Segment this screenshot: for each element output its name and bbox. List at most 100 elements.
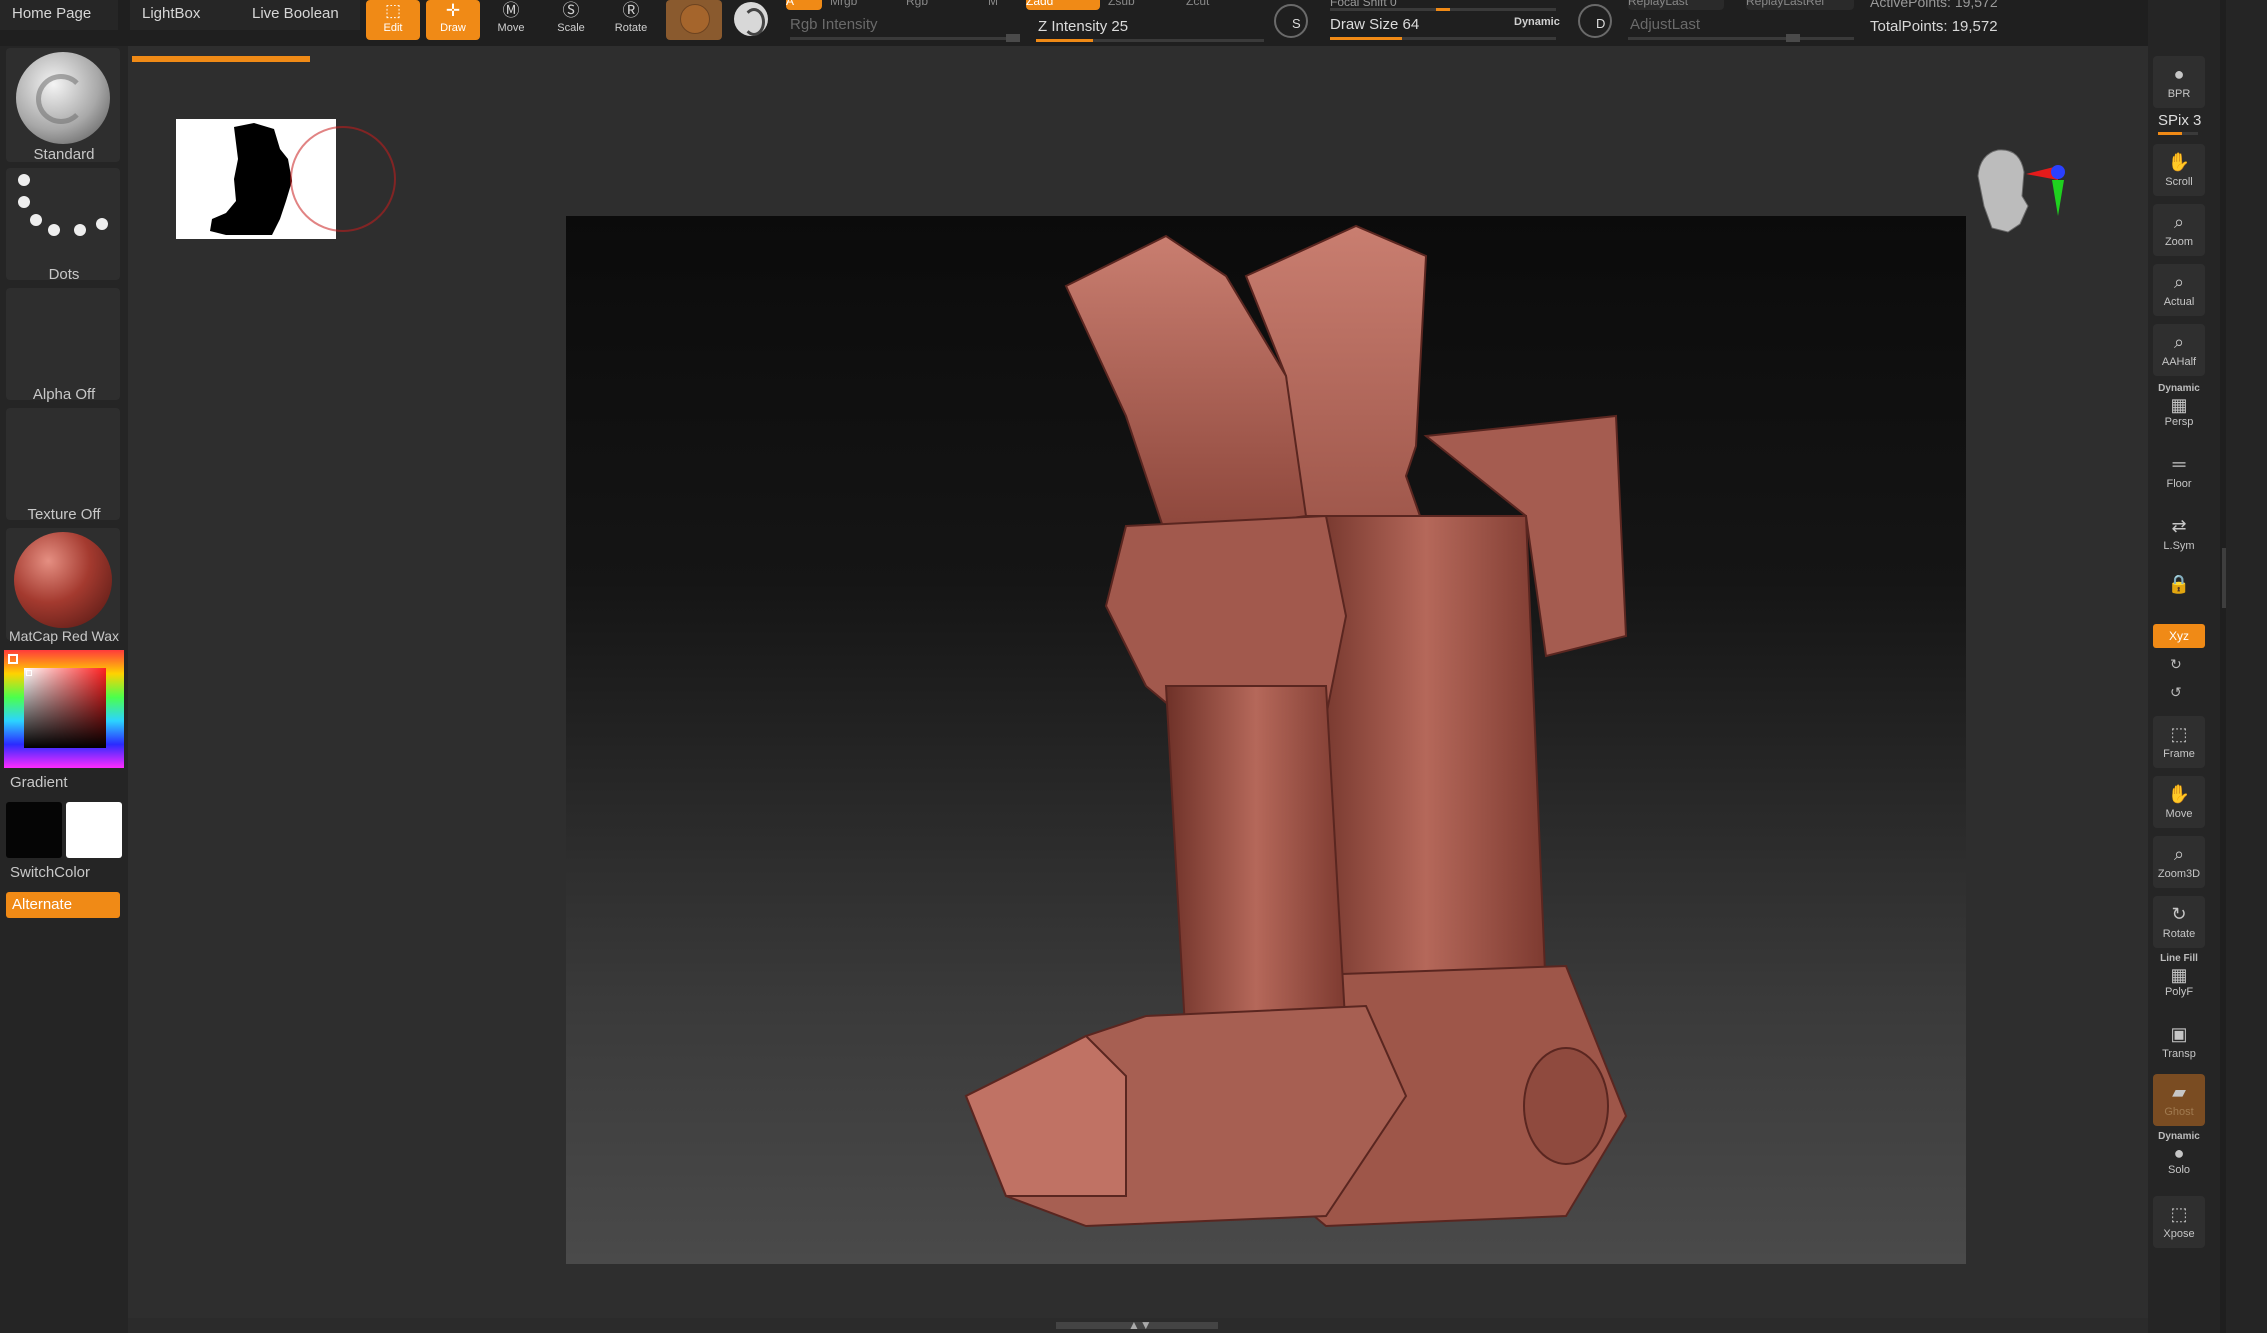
color-square-marker [26, 670, 32, 676]
frame-button[interactable]: ⬚ Frame [2153, 716, 2205, 768]
zoom-label: Zoom [2164, 236, 2194, 248]
adjust-last-slider[interactable] [1628, 37, 1854, 40]
material-label: MatCap Red Wax [9, 628, 119, 644]
secondary-color-swatch[interactable] [66, 802, 122, 858]
edit-icon: ⬚ [384, 1, 402, 20]
spix-slider[interactable]: SPix 3 [2158, 112, 2201, 129]
zoom-button[interactable]: ⌕ Zoom [2153, 204, 2205, 256]
dynamic-toggle[interactable]: Dynamic [1514, 16, 1560, 28]
aahalf-icon: ⌕ [2173, 332, 2185, 352]
scale-label: Scale [557, 22, 585, 34]
color-sphere-icon[interactable] [734, 2, 768, 36]
xyz-button[interactable]: Xyz [2153, 624, 2205, 648]
zcut-toggle[interactable]: Zcut [1186, 0, 1236, 10]
z-intensity-label: Z Intensity 25 [1038, 18, 1129, 35]
scroll-button[interactable]: ✋ Scroll [2153, 144, 2205, 196]
floor-button[interactable]: ═ Floor [2153, 446, 2205, 498]
alpha-picker[interactable] [6, 288, 120, 400]
brush-picker[interactable] [6, 48, 120, 162]
rgb-intensity-slider[interactable] [790, 37, 1020, 40]
color-picker[interactable] [4, 650, 124, 768]
live-boolean-label: Live Boolean [252, 5, 339, 22]
lsym-button[interactable]: ⇄ L.Sym [2153, 508, 2205, 560]
y-axis-arrow [2052, 180, 2064, 216]
ghost-button[interactable]: ▰ Ghost [2153, 1074, 2205, 1126]
polyf-button[interactable]: Line Fill ▦ PolyF [2153, 954, 2205, 1006]
right-shelf-separator [2220, 0, 2226, 1333]
bpr-sphere-icon: ● [2173, 64, 2185, 84]
mrgb-label: Mrgb [830, 0, 858, 8]
move-label: Move [497, 22, 525, 34]
adjust-last-handle[interactable] [1786, 34, 1800, 42]
draw-button[interactable]: ✛ Draw [426, 0, 480, 40]
scale-button[interactable]: Ⓢ Scale [544, 0, 598, 40]
aahalf-button[interactable]: ⌕ AAHalf [2153, 324, 2205, 376]
orientation-gizmo[interactable] [1968, 136, 2068, 256]
sculptris-s-icon[interactable]: S [1274, 4, 1308, 38]
rotate-label: Rotate [2162, 928, 2196, 940]
move-label: Move [2165, 808, 2193, 820]
material-swatch-button[interactable] [666, 0, 722, 40]
m-toggle[interactable]: M [988, 0, 1008, 10]
scroll-label: Scroll [2165, 176, 2193, 188]
texture-picker[interactable] [6, 408, 120, 520]
edit-button[interactable]: ⬚ Edit [366, 0, 420, 40]
transp-label: Transp [2162, 1048, 2196, 1060]
polyf-label: PolyF [2164, 986, 2194, 998]
xpose-label: Xpose [2163, 1228, 2195, 1240]
spix-track[interactable] [2158, 132, 2198, 135]
head-gizmo-icon [1977, 149, 2065, 233]
move-3d-button[interactable]: ✋ Move [2153, 776, 2205, 828]
main-color-swatch[interactable] [6, 802, 62, 858]
d-label: D [1596, 16, 1606, 31]
zremesher-d-icon[interactable]: D [1578, 4, 1612, 38]
zoom3d-label: Zoom3D [2157, 868, 2201, 880]
replay-last-rel-button[interactable]: ReplayLastRel [1746, 0, 1854, 10]
live-boolean-button[interactable]: Live Boolean [240, 0, 360, 30]
rgb-toggle[interactable]: Rgb [906, 0, 946, 10]
rotate-z-icon[interactable]: ↺ [2170, 684, 2182, 701]
color-picker-marker [8, 654, 18, 664]
bpr-button[interactable]: ● BPR [2153, 56, 2205, 108]
a-toggle[interactable]: A [786, 0, 822, 10]
right-scrollbar[interactable] [2222, 548, 2226, 608]
alternate-button[interactable]: Alternate [6, 892, 120, 918]
focal-shift-label: Focal Shift 0 [1330, 0, 1397, 9]
rotate-icon: Ⓡ [622, 1, 640, 20]
frame-label: Frame [2163, 748, 2195, 760]
lightbox-label: LightBox [142, 5, 201, 22]
lock-button[interactable]: 🔒 [2153, 566, 2205, 618]
expand-arrow-icon[interactable]: ▲▼ [1128, 1318, 1152, 1332]
lsym-label: L.Sym [2163, 540, 2195, 552]
grid-icon: ▦ [2170, 395, 2188, 415]
zsub-toggle[interactable]: Zsub [1108, 0, 1158, 10]
mrgb-toggle[interactable]: Mrgb [830, 0, 880, 10]
replay-last-rel-label: ReplayLastRel [1746, 0, 1825, 8]
rotate-button[interactable]: Ⓡ Rotate [604, 0, 658, 40]
move-button[interactable]: Ⓜ Move [484, 0, 538, 40]
persp-dynamic-label: Dynamic [2158, 383, 2200, 394]
xpose-button[interactable]: ⬚ Xpose [2153, 1196, 2205, 1248]
replay-last-button[interactable]: ReplayLast [1628, 0, 1724, 10]
rotate-y-icon[interactable]: ↻ [2170, 656, 2182, 673]
home-page-button[interactable]: Home Page [0, 0, 118, 30]
stroke-picker[interactable] [6, 168, 120, 280]
switch-color-button[interactable]: SwitchColor [10, 864, 90, 881]
rotate-3d-button[interactable]: ↻ Rotate [2153, 896, 2205, 948]
rgb-intensity-handle[interactable] [1006, 34, 1020, 42]
z-intensity-fill [1036, 39, 1093, 42]
lightbox-button[interactable]: LightBox [130, 0, 240, 30]
3d-viewport[interactable] [566, 216, 1966, 1264]
focal-shift-handle[interactable] [1436, 8, 1450, 11]
move-hand-icon: ✋ [2167, 784, 2191, 804]
transp-button[interactable]: ▣ Transp [2153, 1016, 2205, 1068]
material-picker[interactable] [6, 528, 120, 640]
persp-button[interactable]: Dynamic ▦ Persp [2153, 384, 2205, 436]
rotate-label: Rotate [614, 22, 648, 34]
rotate-icon: ↻ [2171, 904, 2187, 924]
solo-button[interactable]: Dynamic ● Solo [2153, 1132, 2205, 1184]
zadd-toggle[interactable]: Zadd [1026, 0, 1100, 10]
zoom3d-button[interactable]: ⌕ Zoom3D [2153, 836, 2205, 888]
actual-button[interactable]: ⌕ Actual [2153, 264, 2205, 316]
color-square[interactable] [24, 668, 106, 748]
